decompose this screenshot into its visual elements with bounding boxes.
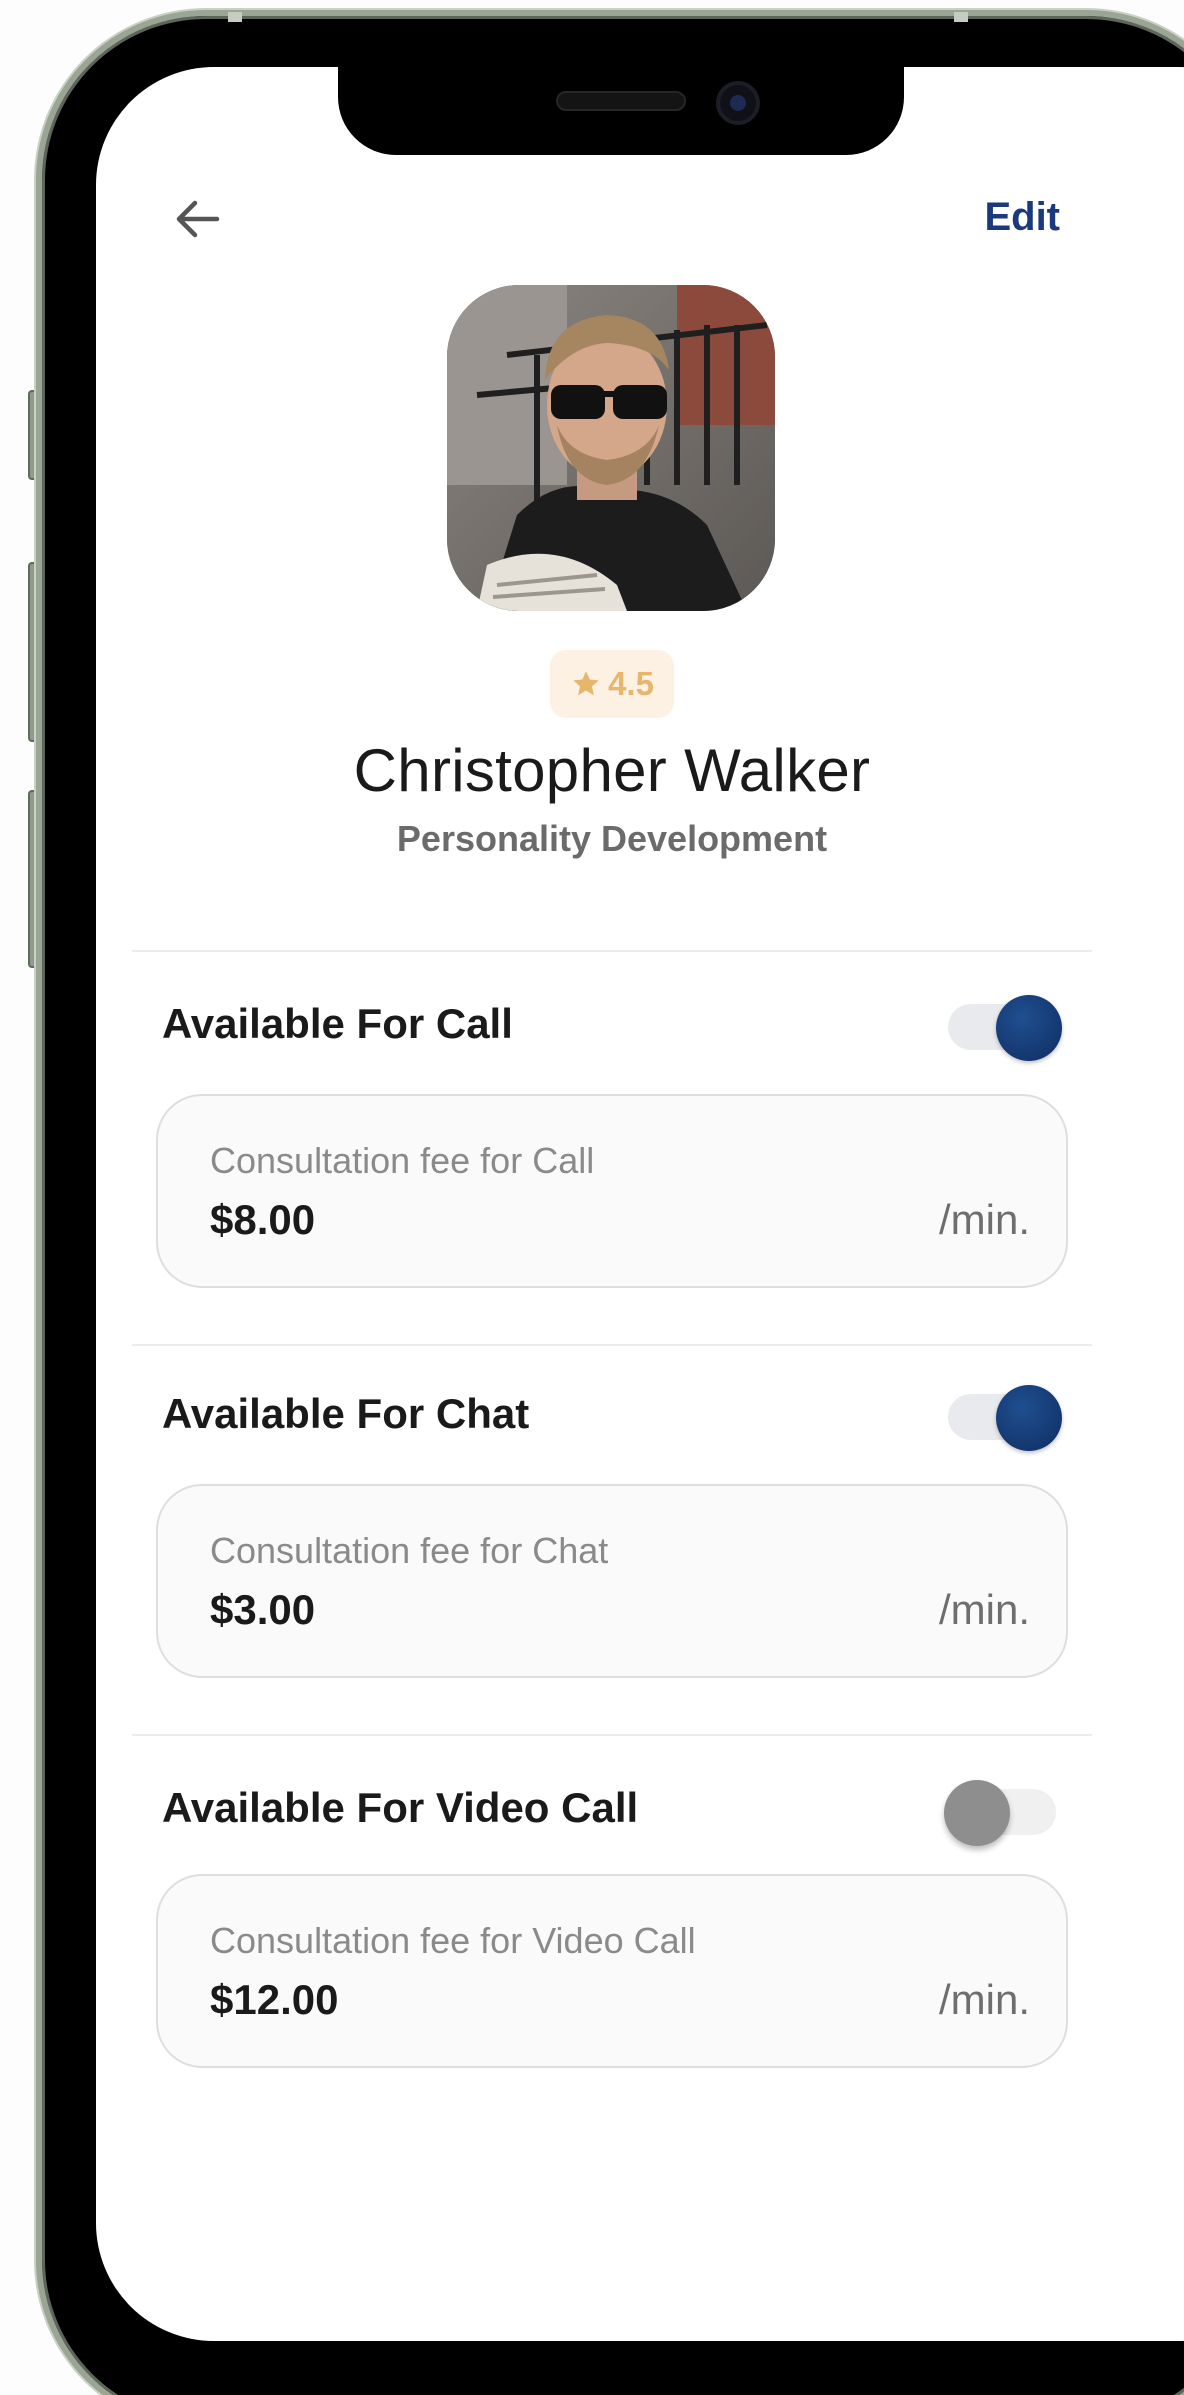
call-availability-toggle[interactable] xyxy=(948,995,1062,1061)
antenna-band xyxy=(228,12,242,22)
divider xyxy=(132,1344,1092,1346)
video-call-fee-unit: /min. xyxy=(938,1976,1030,2023)
star-icon xyxy=(573,671,599,696)
call-fee-unit: /min. xyxy=(938,1196,1030,1243)
app-stage: Edit 4.5 Christopher Walker Personality … xyxy=(0,0,1184,2395)
profile-specialty: Personality Development xyxy=(396,818,828,859)
chat-availability-label: Available For Chat xyxy=(162,1390,530,1437)
video-call-availability-toggle[interactable] xyxy=(944,1780,1058,1846)
antenna-band xyxy=(954,12,968,22)
profile-name: Christopher Walker xyxy=(353,737,871,804)
rating-badge: 4.5 xyxy=(550,650,674,718)
chat-fee-unit: /min. xyxy=(938,1586,1030,1633)
call-fee-field[interactable]: Consultation fee for Call $8.00 /min. xyxy=(156,1094,1068,1288)
chat-fee-amount: $3.00 xyxy=(210,1586,316,1633)
video-call-fee-field[interactable]: Consultation fee for Video Call $12.00 /… xyxy=(156,1874,1068,2068)
chat-fee-field[interactable]: Consultation fee for Chat $3.00 /min. xyxy=(156,1484,1068,1678)
profile-avatar xyxy=(447,285,775,611)
video-call-fee-label: Consultation fee for Video Call xyxy=(210,1920,696,1961)
back-button[interactable] xyxy=(172,196,222,242)
call-fee-label: Consultation fee for Call xyxy=(210,1140,595,1181)
divider xyxy=(132,1734,1092,1736)
edit-button[interactable]: Edit xyxy=(950,190,1060,244)
speaker-grille xyxy=(556,91,686,111)
video-call-availability-label: Available For Video Call xyxy=(162,1784,639,1831)
rating-value: 4.5 xyxy=(608,665,654,702)
arrow-left-icon xyxy=(176,200,220,238)
notch xyxy=(338,67,904,155)
front-camera xyxy=(716,81,760,125)
chat-fee-label: Consultation fee for Chat xyxy=(210,1530,609,1571)
call-fee-amount: $8.00 xyxy=(210,1196,316,1243)
chat-availability-toggle[interactable] xyxy=(948,1385,1062,1451)
divider xyxy=(132,950,1092,952)
call-availability-label: Available For Call xyxy=(162,1000,513,1047)
video-call-fee-amount: $12.00 xyxy=(210,1976,339,2023)
